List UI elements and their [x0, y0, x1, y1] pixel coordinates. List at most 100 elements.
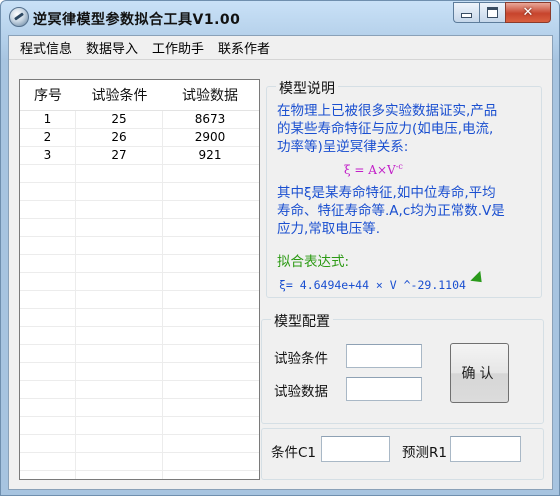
app-icon	[9, 7, 29, 27]
empty-cell	[76, 381, 163, 398]
menu-separator	[9, 59, 552, 60]
empty-cell	[163, 237, 257, 254]
menu-data-import[interactable]: 数据导入	[79, 36, 145, 59]
table-row-empty[interactable]	[20, 399, 259, 417]
table-row-empty[interactable]	[20, 453, 259, 471]
empty-cell	[76, 165, 163, 182]
cell-data: 8673	[194, 112, 226, 126]
empty-cell	[20, 237, 76, 254]
empty-cell	[76, 471, 163, 479]
empty-cell	[20, 471, 76, 479]
model-formula: ξ = A×V-c	[344, 162, 403, 177]
table-row-empty[interactable]	[20, 237, 259, 255]
empty-cell	[76, 273, 163, 290]
empty-cell	[163, 291, 257, 308]
cell-condition: 27	[76, 147, 163, 164]
table-row-empty[interactable]	[20, 273, 259, 291]
empty-cell	[76, 453, 163, 470]
table-header: 序号 试验条件 试验数据	[20, 80, 259, 111]
confirm-button[interactable]: 确认	[450, 343, 509, 403]
column-header-condition[interactable]: 试验条件	[76, 85, 163, 105]
menu-contact-author[interactable]: 联系作者	[211, 36, 277, 59]
table-row-empty[interactable]	[20, 309, 259, 327]
empty-cell	[76, 291, 163, 308]
cell-index: 3	[20, 147, 76, 164]
menu-bar: 程式信息 数据导入 工作助手 联系作者	[9, 36, 552, 58]
table-row[interactable]: 2 26 2900	[20, 129, 259, 147]
table-row-empty[interactable]	[20, 165, 259, 183]
title-bar[interactable]: 逆冥律模型参数拟合工具V1.00 ✕	[1, 1, 559, 33]
empty-rows	[20, 165, 259, 479]
table-row-empty[interactable]	[20, 363, 259, 381]
empty-cell	[20, 435, 76, 452]
empty-cell	[20, 345, 76, 362]
predict-r1-label: 预测R1	[402, 445, 447, 461]
empty-cell	[76, 219, 163, 236]
empty-cell	[76, 237, 163, 254]
table-row-empty[interactable]	[20, 417, 259, 435]
condition-c1-input[interactable]	[321, 436, 390, 462]
model-description-title: 模型说明	[276, 78, 338, 98]
empty-cell	[20, 165, 76, 182]
empty-cell	[20, 417, 76, 434]
data-input[interactable]	[346, 377, 422, 401]
empty-cell	[163, 327, 257, 344]
table-row-empty[interactable]	[20, 219, 259, 237]
menu-work-assistant[interactable]: 工作助手	[145, 36, 211, 59]
data-table[interactable]: 序号 试验条件 试验数据 1 25 8673 2 26 2900 3 27 92…	[19, 79, 260, 480]
empty-cell	[163, 273, 257, 290]
model-config-title: 模型配置	[271, 311, 333, 331]
empty-cell	[20, 399, 76, 416]
data-label: 试验数据	[274, 384, 328, 400]
empty-cell	[20, 327, 76, 344]
empty-cell	[163, 381, 257, 398]
table-row-empty[interactable]	[20, 183, 259, 201]
fit-expression-label: 拟合表达式:	[277, 254, 350, 270]
empty-cell	[76, 417, 163, 434]
intro-line: 在物理上已被很多实验数据证实,产品	[277, 103, 498, 119]
table-row-empty[interactable]	[20, 327, 259, 345]
column-header-index[interactable]: 序号	[20, 85, 76, 105]
empty-cell	[163, 453, 257, 470]
table-row-empty[interactable]	[20, 381, 259, 399]
empty-cell	[163, 255, 257, 272]
app-window: 逆冥律模型参数拟合工具V1.00 ✕ 程式信息 数据导入 工作助手 联系作者 序…	[0, 0, 560, 496]
maximize-icon	[487, 7, 498, 18]
empty-cell	[76, 435, 163, 452]
menu-program-info[interactable]: 程式信息	[13, 36, 79, 59]
empty-cell	[163, 471, 257, 479]
empty-cell	[163, 183, 257, 200]
empty-cell	[76, 399, 163, 416]
model-intro-text: 在物理上已被很多实验数据证实,产品 的某些寿命特征与应力(如电压,电流, 功率等…	[277, 102, 547, 156]
close-icon: ✕	[522, 5, 534, 20]
column-header-data[interactable]: 试验数据	[163, 85, 257, 105]
empty-cell	[163, 201, 257, 218]
table-row-empty[interactable]	[20, 201, 259, 219]
empty-cell	[163, 417, 257, 434]
explain-line: 寿命、特征寿命等.A,c均为正常数.V是	[277, 203, 505, 219]
table-row-empty[interactable]	[20, 435, 259, 453]
table-row[interactable]: 1 25 8673	[20, 111, 259, 129]
table-row-empty[interactable]	[20, 291, 259, 309]
predict-r1-input[interactable]	[450, 436, 521, 462]
empty-cell	[20, 381, 76, 398]
empty-cell	[163, 345, 257, 362]
table-row[interactable]: 3 27 921	[20, 147, 259, 165]
empty-cell	[76, 345, 163, 362]
condition-input[interactable]	[346, 344, 422, 368]
minimize-button[interactable]	[453, 2, 479, 23]
maximize-button[interactable]	[479, 2, 505, 23]
empty-cell	[20, 453, 76, 470]
close-button[interactable]: ✕	[505, 2, 551, 23]
table-row-empty[interactable]	[20, 471, 259, 479]
intro-line: 的某些寿命特征与应力(如电压,电流,	[277, 121, 494, 137]
window-controls: ✕	[453, 2, 551, 23]
empty-cell	[163, 435, 257, 452]
empty-cell	[76, 363, 163, 380]
empty-cell	[76, 255, 163, 272]
formula-text: ξ = A×V	[344, 163, 396, 177]
explain-line: 应力,常取电压等.	[277, 221, 381, 237]
table-row-empty[interactable]	[20, 255, 259, 273]
table-row-empty[interactable]	[20, 345, 259, 363]
empty-cell	[163, 219, 257, 236]
